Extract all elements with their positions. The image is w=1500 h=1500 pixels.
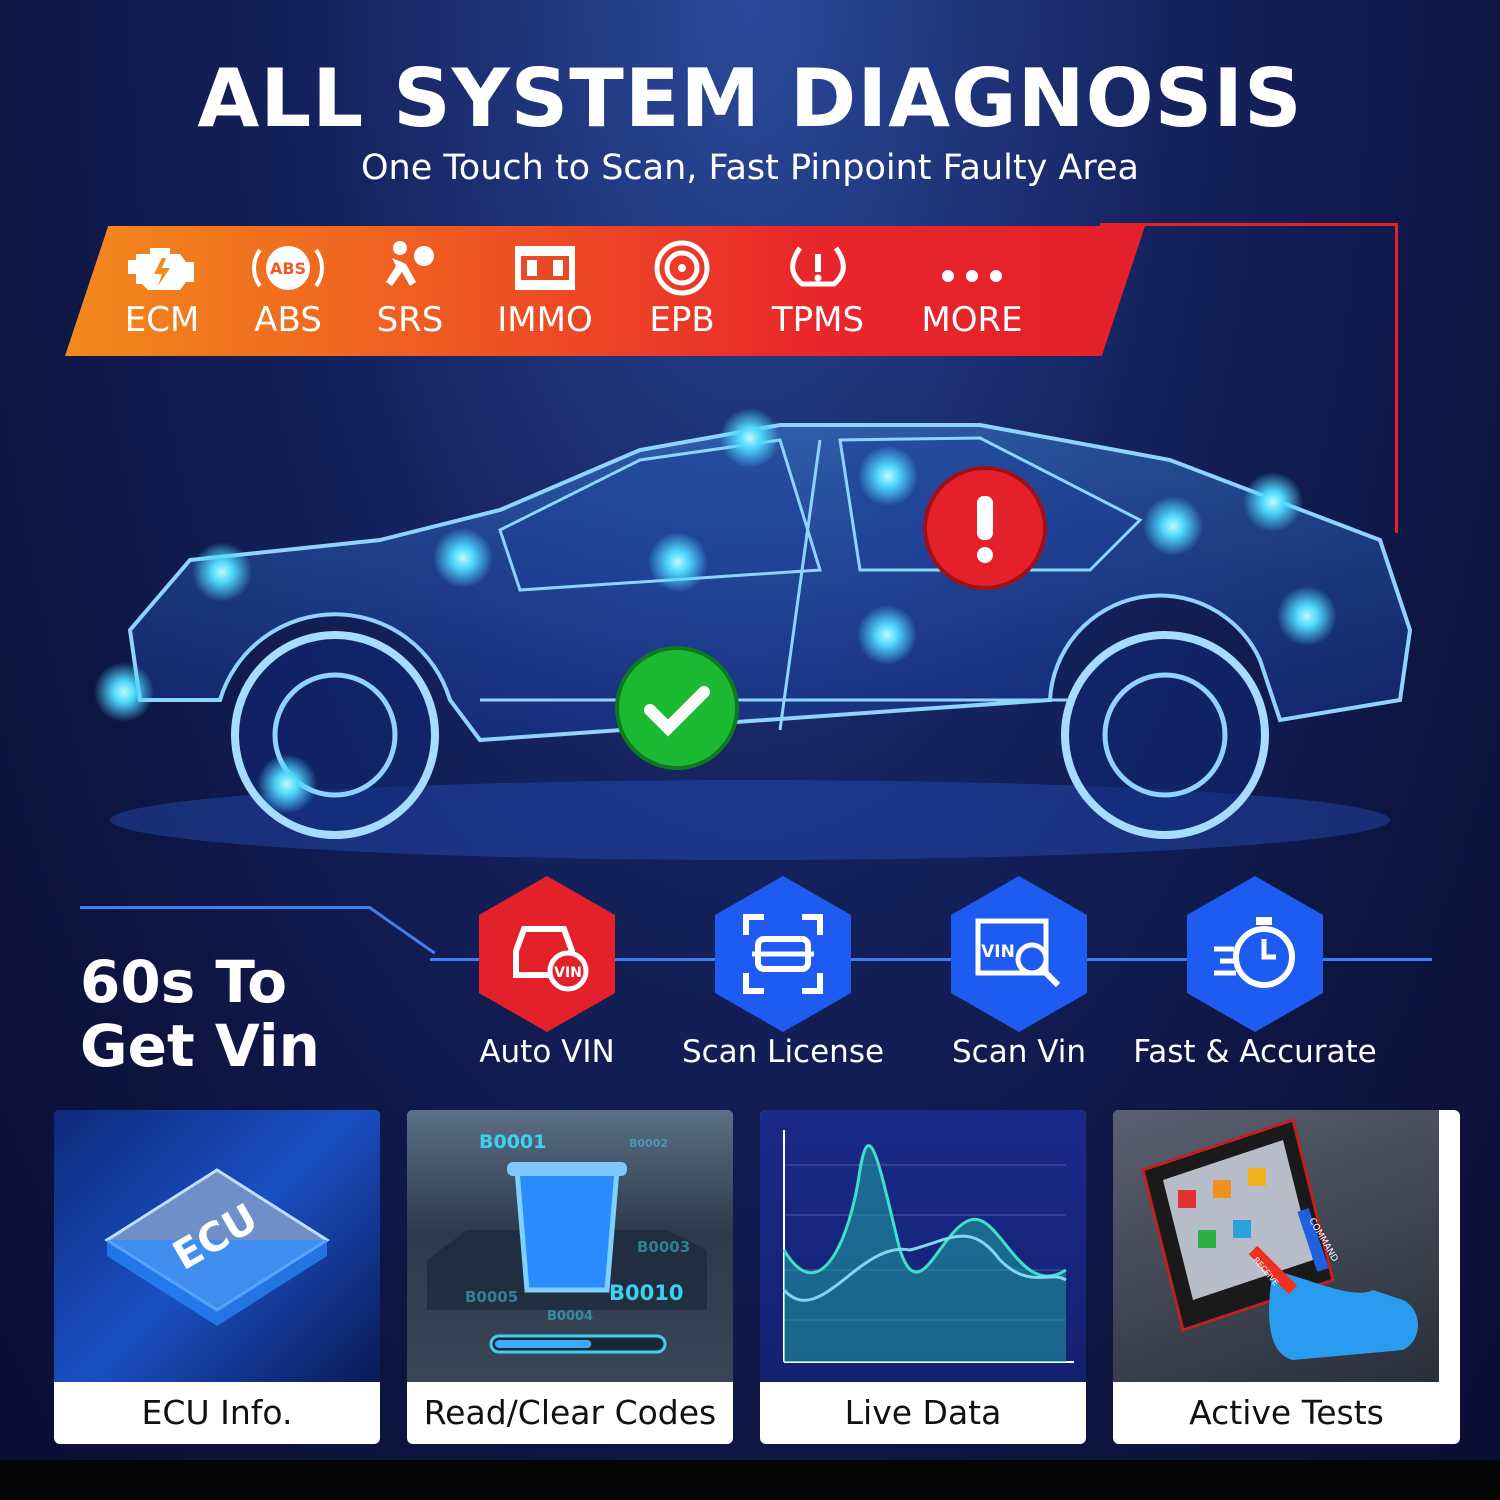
active-tests-image: COMMAND RECEIVE xyxy=(1113,1110,1439,1382)
vin-search-icon: VIN xyxy=(975,918,1061,988)
system-tpms: TPMS xyxy=(748,240,888,340)
divider xyxy=(1100,223,1398,226)
svg-text:B0003: B0003 xyxy=(637,1238,690,1256)
feature-label: Scan License xyxy=(681,1034,885,1070)
card-label: Active Tests xyxy=(1189,1393,1384,1432)
parking-brake-icon xyxy=(654,240,710,296)
card-ecu-info: ECU ECU Info. xyxy=(54,1110,380,1444)
svg-text:B0004: B0004 xyxy=(547,1309,593,1324)
more-dots-icon xyxy=(942,270,1002,282)
svg-text:B0001: B0001 xyxy=(479,1131,546,1153)
ok-status-badge xyxy=(615,646,739,770)
card-live-data: Live Data xyxy=(760,1110,1086,1444)
feature-auto-vin: VIN xyxy=(479,876,615,1032)
airbag-icon xyxy=(386,241,434,286)
front-wheel xyxy=(231,631,439,839)
trash-icon xyxy=(514,1167,620,1293)
fault-status-badge xyxy=(923,466,1047,590)
card-label: ECU Info. xyxy=(141,1393,293,1432)
system-immo: IMMO xyxy=(475,240,615,340)
car-xray-illustration xyxy=(94,408,1413,860)
page-title: ALL SYSTEM DIAGNOSIS xyxy=(197,52,1303,145)
codes-image: B0001 B0002 B0003 B0010 B0005 B0004 xyxy=(407,1110,733,1382)
exclamation-icon xyxy=(977,496,993,540)
car-vin-icon: VIN xyxy=(513,926,589,992)
svg-text:B0002: B0002 xyxy=(629,1137,668,1150)
system-srs: SRS xyxy=(340,240,480,340)
progress-fill xyxy=(495,1340,592,1348)
vin-title: 60s To Get Vin xyxy=(80,948,320,1080)
engine-icon xyxy=(128,248,194,290)
tire-pressure-icon xyxy=(790,246,846,287)
system-ecm: ECM xyxy=(92,240,232,340)
ecu-chip-image: ECU xyxy=(54,1110,380,1382)
svg-text:B0010: B0010 xyxy=(609,1281,683,1305)
immobilizer-icon xyxy=(515,246,575,290)
card-label: Live Data xyxy=(844,1393,1002,1432)
page-subtitle: One Touch to Scan, Fast Pinpoint Faulty … xyxy=(360,148,1140,188)
card-read-clear-codes: B0001 B0002 B0003 B0010 B0005 B0004 Read… xyxy=(407,1110,733,1444)
system-abs: ABS ABS xyxy=(218,240,358,340)
svg-text:VIN: VIN xyxy=(981,942,1015,962)
divider xyxy=(80,906,370,909)
feature-label: Fast & Accurate xyxy=(1133,1034,1377,1070)
feature-fast-accurate xyxy=(1187,876,1323,1032)
live-data-graph xyxy=(760,1110,1086,1382)
abs-icon: ABS xyxy=(252,246,324,290)
svg-text:B0005: B0005 xyxy=(465,1288,518,1306)
bottom-strip xyxy=(0,1460,1500,1500)
divider xyxy=(368,906,436,955)
stopwatch-icon xyxy=(1214,917,1295,988)
feature-scan-license xyxy=(715,876,851,1032)
feature-label: Scan Vin xyxy=(951,1034,1086,1070)
svg-text:VIN: VIN xyxy=(554,965,582,981)
system-more: MORE xyxy=(902,240,1042,340)
card-label: Read/Clear Codes xyxy=(423,1393,717,1432)
feature-scan-vin: VIN xyxy=(951,876,1087,1032)
scan-frame-icon xyxy=(743,914,823,994)
rear-wheel xyxy=(1061,631,1269,839)
card-active-tests: COMMAND RECEIVE Active Tests xyxy=(1113,1110,1460,1444)
feature-label: Auto VIN xyxy=(479,1034,615,1070)
product-banner: ALL SYSTEM DIAGNOSIS One Touch to Scan, … xyxy=(0,0,1500,1460)
system-epb: EPB xyxy=(612,240,752,340)
svg-text:ABS: ABS xyxy=(270,259,306,278)
